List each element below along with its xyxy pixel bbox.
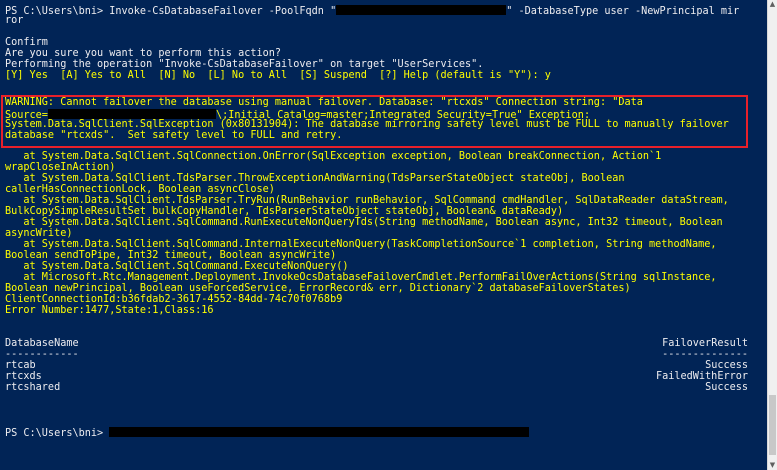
powershell-console[interactable]: PS C:\Users\bni> Invoke-CsDatabaseFailov… bbox=[0, 0, 768, 470]
stack-trace-line: at System.Data.SqlClient.SqlCommand.RunE… bbox=[5, 217, 723, 228]
warning-line: database "rtcxds". Set safety level to F… bbox=[5, 130, 343, 141]
table-row-name: rtcshared bbox=[5, 382, 61, 393]
prompt-line[interactable]: PS C:\Users\bni> bbox=[5, 427, 530, 440]
confirm-options: [Y] Yes [A] Yes to All [N] No [L] No to … bbox=[5, 70, 551, 81]
scrollbar-thumb[interactable] bbox=[769, 395, 776, 455]
error-number: Error Number:1477,State:1,Class:16 bbox=[5, 305, 214, 316]
table-row-result: Success bbox=[705, 382, 748, 393]
prompt-command-text: PS C:\Users\bni> Invoke-CsDatabaseFailov… bbox=[5, 6, 337, 17]
command-line: PS C:\Users\bni> Invoke-CsDatabaseFailov… bbox=[5, 5, 739, 18]
command-line-wrap: ror bbox=[5, 15, 24, 26]
redacted-pool-fqdn bbox=[336, 5, 507, 15]
prompt-text: PS C:\Users\bni> bbox=[5, 428, 110, 439]
redacted-server-name bbox=[47, 109, 216, 119]
scroll-up-arrow-icon[interactable]: ▲ bbox=[768, 0, 777, 9]
warning-line: WARNING: Cannot failover the database us… bbox=[5, 97, 643, 108]
prompt-command-text-after: " -DatabaseType user -NewPrincipal mir bbox=[506, 6, 740, 17]
scroll-down-arrow-icon[interactable]: ▼ bbox=[768, 461, 777, 470]
vertical-scrollbar[interactable]: ▲ ▼ bbox=[767, 0, 777, 470]
redacted-command bbox=[109, 427, 530, 437]
